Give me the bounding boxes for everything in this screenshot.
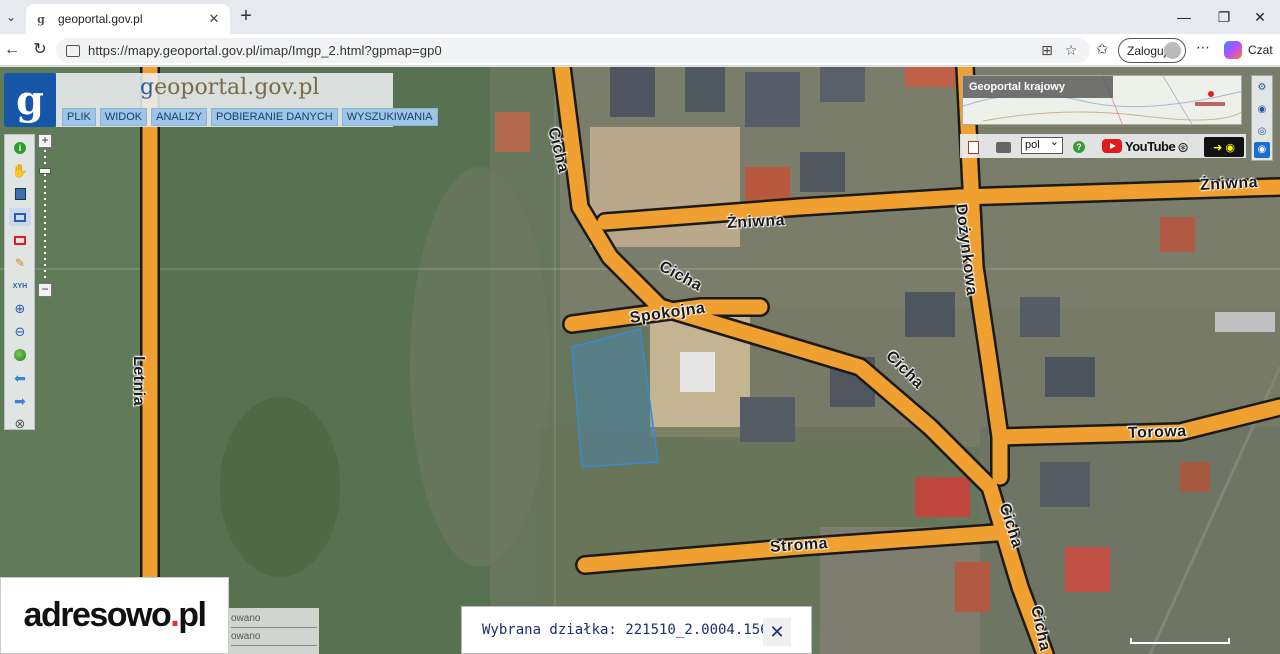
deselect-area-icon[interactable] [9,231,31,249]
accessibility-icon[interactable]: ⊛ [1175,137,1191,157]
zoom-slider: + − [37,134,53,298]
attribution-line: owano [231,610,317,628]
overview-title: Geoportal krajowy [963,76,1113,98]
tab-geoportal[interactable]: g geoportal.gov.pl ✕ [26,4,230,34]
scale-bar [1130,638,1230,644]
url-text: https://mapy.geoportal.gov.pl/imap/Imgp_… [88,43,442,58]
login-label: Zaloguj [1127,43,1167,58]
language-select[interactable]: pol [1021,135,1063,154]
youtube-icon [1102,139,1122,153]
attribution-line: owano [231,628,317,646]
refresh-icon[interactable]: ↻ [28,39,52,61]
address-bar: ← ↻ https://mapy.geoportal.gov.pl/imap/I… [0,34,1280,66]
tab-close-icon[interactable]: ✕ [206,11,222,27]
window-close-icon[interactable]: ✕ [1240,6,1280,28]
favorite-star-icon[interactable]: ☆ [1060,38,1082,63]
more-menu-icon[interactable]: ⋯ [1192,39,1214,61]
visibility-icon[interactable]: ◉ [1254,102,1270,118]
help-icon[interactable]: ? [1072,137,1086,157]
measure-pencil-icon[interactable]: ✎ [9,254,31,272]
contrast-mode-icon[interactable]: ➜ ◉ [1204,137,1244,157]
zoom-out-magnifier-icon[interactable]: ⊖ [9,323,31,341]
layers-list-icon[interactable] [9,185,31,203]
menu-analizy[interactable]: ANALIZY [151,108,207,126]
chat-label[interactable]: Czat [1248,43,1273,57]
copilot-icon[interactable] [1224,41,1242,59]
tab-title: geoportal.gov.pl [58,12,143,26]
street-label-torowa: Torowa [1127,422,1187,442]
back-icon[interactable]: ← [0,39,24,61]
preview-eye-icon[interactable]: ◉ [1254,142,1270,158]
tab-list-icon[interactable]: ⌄ [0,4,22,30]
zoom-in-magnifier-icon[interactable]: ⊕ [9,300,31,318]
maximize-icon[interactable]: ❐ [1204,6,1244,28]
new-tab-icon[interactable]: + [236,6,256,28]
street-label-zniwna: Żniwna [1199,173,1259,194]
selected-parcel-text: Wybrana działka: 221510_2.0004.156/2 [482,622,786,638]
geoportal-menu: PLIK WIDOK ANALIZY POBIERANIE DANYCH WYS… [62,108,438,126]
full-extent-globe-icon[interactable] [9,346,31,364]
tab-bar: ⌄ g geoportal.gov.pl ✕ + — ❐ ✕ [0,0,1280,34]
menu-plik[interactable]: PLIK [62,108,96,126]
adresowo-logo: adresowo. pl [0,577,229,654]
next-view-arrow-icon[interactable]: ➡ [9,392,31,410]
side-buttons: ⚙ ◉ ◎ ◉ [1251,75,1273,161]
zoom-handle[interactable] [39,168,51,174]
pan-hand-icon[interactable]: ✋ [9,162,31,180]
selected-parcel-bar: Wybrana działka: 221510_2.0004.156/2 ✕ [461,606,812,654]
menu-pobieranie-danych[interactable]: POBIERANIE DANYCH [211,108,338,126]
select-area-icon[interactable] [9,208,31,226]
favorites-icon[interactable]: ✩ [1092,40,1112,60]
overview-map[interactable]: Geoportal krajowy [962,75,1242,125]
youtube-link[interactable]: YouTube [1102,138,1176,154]
map-toolbar: i ✋ ✎ XYH ⊕ ⊖ ⬅ ➡ ⊗ [4,134,35,433]
zoom-in-button[interactable]: + [38,134,52,148]
map-attribution: owano owano [229,608,319,654]
eye-toggle-icon[interactable]: ◎ [1254,124,1270,140]
minimize-icon[interactable]: — [1164,6,1204,28]
street-label-letnia: Letnia [130,356,147,407]
print-icon[interactable] [994,137,1012,157]
zoom-out-button[interactable]: − [38,283,52,297]
previous-view-arrow-icon[interactable]: ⬅ [9,369,31,387]
login-button[interactable]: Zaloguj [1118,38,1186,63]
menu-wyszukiwania[interactable]: WYSZUKIWANIA [341,108,438,126]
app-available-icon[interactable]: ⊞ [1036,38,1058,63]
profile-avatar-icon [1164,42,1181,59]
geoportal-logo[interactable]: g [4,73,56,127]
info-icon[interactable]: i [9,139,31,157]
map-viewport[interactable]: Cicha Cicha Cicha Cicha Cicha Żniwna Żni… [0,67,1280,654]
site-info-icon[interactable] [66,44,80,57]
xyh-coordinates-icon[interactable]: XYH [9,277,31,295]
menu-widok[interactable]: WIDOK [99,108,148,126]
url-field[interactable]: https://mapy.geoportal.gov.pl/imap/Imgp_… [56,38,1090,63]
geoportal-header: geoportal.gov.pl PLIK WIDOK ANALIZY POBI… [56,73,438,127]
clear-selection-icon[interactable]: ⊗ [9,415,31,433]
geoportal-favicon-icon: g [37,12,45,26]
legend-icon[interactable] [966,137,980,157]
settings-icon[interactable]: ⚙ [1254,80,1270,96]
close-selection-icon[interactable]: ✕ [763,618,791,646]
geoportal-title: geoportal.gov.pl [140,75,320,100]
youtube-label: YouTube [1125,138,1176,154]
street-label-zniwna: Żniwna [726,211,786,232]
